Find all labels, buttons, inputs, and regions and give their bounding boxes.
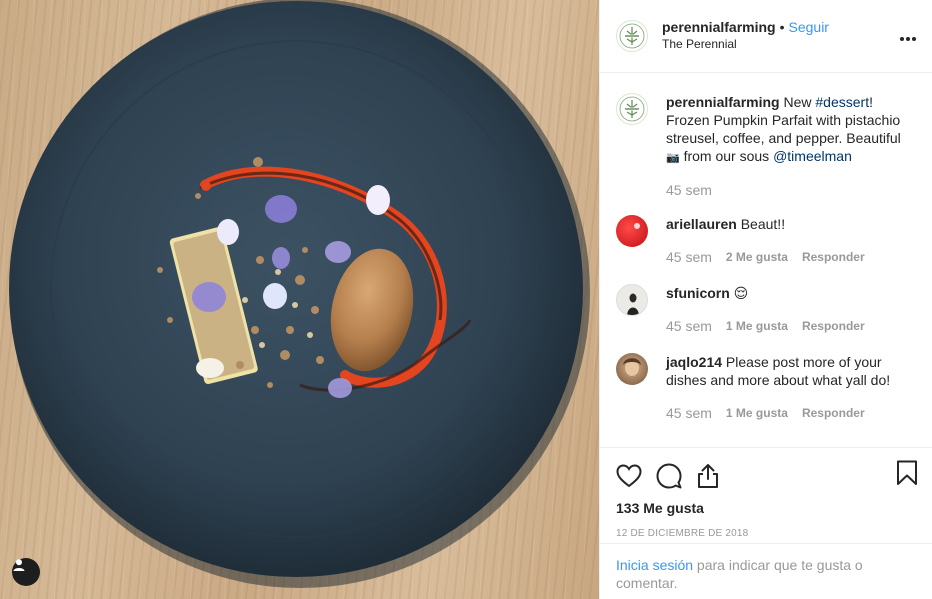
- avatar-photo: [627, 293, 639, 315]
- avatar-photo: [623, 358, 641, 376]
- post-caption: perennialfarming New #dessert! Frozen Pu…: [616, 93, 916, 199]
- comment-username[interactable]: sfunicorn: [666, 285, 730, 301]
- reply-button[interactable]: Responder: [802, 248, 865, 266]
- tagged-user-button[interactable]: [12, 558, 40, 586]
- instagram-post: perennialfarming • Seguir The Perennial: [0, 0, 932, 599]
- plate: [9, 1, 583, 577]
- login-link[interactable]: Inicia sesión: [616, 557, 693, 573]
- save-button[interactable]: [896, 460, 918, 489]
- commenter-avatar[interactable]: [616, 284, 648, 316]
- login-prompt: Inicia sesión para indicar que te gusta …: [600, 543, 932, 599]
- commenter-avatar[interactable]: [616, 353, 648, 385]
- comments-list: perennialfarming New #dessert! Frozen Pu…: [600, 73, 932, 447]
- more-options-icon[interactable]: [898, 28, 916, 44]
- dessert-plate-image: [9, 0, 590, 588]
- comment-username[interactable]: jaqlo214: [666, 354, 722, 370]
- account-avatar[interactable]: [616, 20, 648, 52]
- commenter-avatar[interactable]: [616, 215, 648, 247]
- comment-item: jaqlo214 Please post more of your dishes…: [616, 353, 916, 422]
- post-header: perennialfarming • Seguir The Perennial: [600, 0, 932, 73]
- comment-likes[interactable]: 1 Me gusta: [726, 317, 788, 335]
- caption-text-before: New: [783, 94, 816, 110]
- user-icon: [13, 559, 25, 571]
- comment-text: 😌: [733, 285, 749, 301]
- hashtag-link[interactable]: #dessert: [815, 94, 869, 110]
- comment-time[interactable]: 45 sem: [666, 404, 712, 422]
- account-username[interactable]: perennialfarming: [662, 19, 776, 36]
- reply-button[interactable]: Responder: [802, 404, 865, 422]
- share-icon: [698, 464, 718, 488]
- perennial-logo-icon: [619, 96, 645, 122]
- caption-avatar[interactable]: [616, 93, 648, 125]
- avatar-photo: [634, 223, 640, 229]
- comment-item: ariellauren Beaut!! 45 sem 2 Me gusta Re…: [616, 215, 916, 266]
- caption-time[interactable]: 45 sem: [666, 181, 712, 199]
- post-date: 12 DE DICIEMBRE DE 2018: [616, 528, 749, 539]
- share-button[interactable]: [696, 456, 736, 496]
- action-bar: 133 Me gusta 12 DE DICIEMBRE DE 2018: [600, 447, 932, 543]
- comment-time[interactable]: 45 sem: [666, 317, 712, 335]
- comment-button[interactable]: [656, 456, 696, 496]
- post-sidebar: perennialfarming • Seguir The Perennial: [599, 0, 932, 599]
- caption-username[interactable]: perennialfarming: [666, 94, 780, 110]
- like-count[interactable]: 133 Me gusta: [616, 500, 916, 516]
- post-photo[interactable]: [0, 0, 599, 599]
- perennial-logo-icon: [619, 23, 645, 49]
- caption-credit: from our sous: [679, 148, 774, 164]
- heart-icon: [616, 464, 642, 488]
- bookmark-icon: [897, 460, 917, 485]
- reply-button[interactable]: Responder: [802, 317, 865, 335]
- mention-link[interactable]: @timeelman: [773, 148, 852, 164]
- account-info: perennialfarming • Seguir The Perennial: [662, 19, 829, 53]
- comment-username[interactable]: ariellauren: [666, 216, 737, 232]
- comment-likes[interactable]: 2 Me gusta: [726, 248, 788, 266]
- comment-bubble-icon: [656, 463, 682, 489]
- camera-icon: 📷: [666, 152, 680, 164]
- comment-text: Beaut!!: [740, 216, 786, 232]
- like-button[interactable]: [616, 456, 656, 496]
- comment-likes[interactable]: 1 Me gusta: [726, 404, 788, 422]
- post-location[interactable]: The Perennial: [662, 36, 829, 53]
- comment-item: sfunicorn 😌 45 sem 1 Me gusta Responder: [616, 284, 916, 335]
- separator-dot: •: [779, 19, 785, 35]
- comment-time[interactable]: 45 sem: [666, 248, 712, 266]
- follow-button[interactable]: Seguir: [789, 19, 829, 36]
- caption-text: perennialfarming New #dessert! Frozen Pu…: [666, 93, 916, 167]
